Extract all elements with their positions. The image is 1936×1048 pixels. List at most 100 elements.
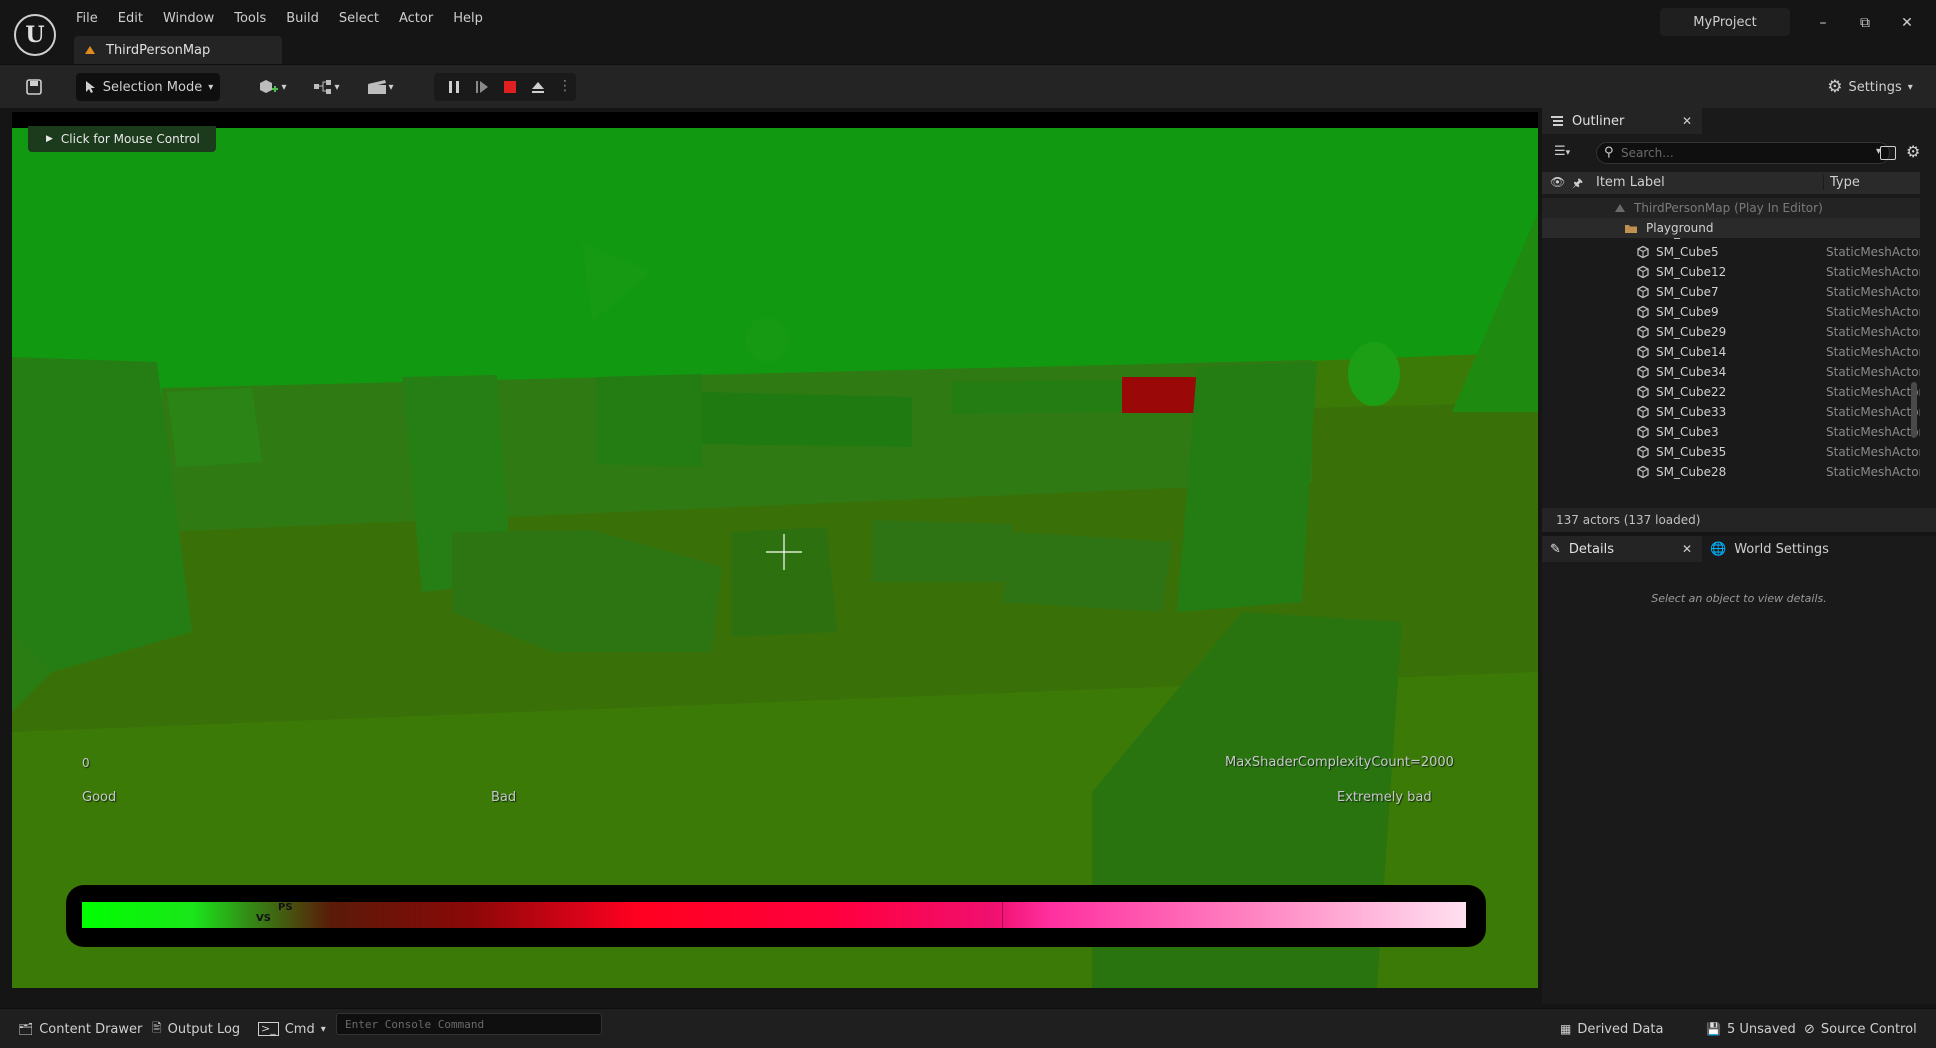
blueprints-button[interactable]: ▾ [306,73,346,101]
chevron-down-icon: ▾ [320,1023,326,1035]
tree-row[interactable]: SM_Cube12 StaticMeshActor [1542,262,1920,282]
tree-root-label: ThirdPersonMap (Play In Editor) [1634,201,1823,215]
static-mesh-icon [1637,365,1649,379]
outliner-tree[interactable]: ThirdPersonMap (Play In Editor) Playgrou… [1542,198,1920,506]
save-icon[interactable] [20,73,48,101]
minimize-icon[interactable]: – [1808,10,1838,36]
menu-help[interactable]: Help [443,9,493,28]
menu-file[interactable]: File [66,9,108,28]
cmd-dropdown[interactable]: >_ Cmd ▾ [258,1019,326,1039]
menu-bar: File Edit Window Tools Build Select Acto… [66,9,493,28]
tree-row-type: StaticMeshActor [1826,405,1920,419]
source-control-label: Source Control [1820,1021,1917,1037]
mouse-control-hint[interactable]: ▶ Click for Mouse Control [28,126,216,152]
stop-icon[interactable] [502,79,518,99]
tree-row-type: StaticMeshActor [1826,465,1920,479]
level-icon [85,46,95,54]
search-placeholder: Search... [1621,146,1674,160]
cinematics-button[interactable]: ▾ [360,73,400,101]
visibility-icon[interactable]: 👁 [1550,175,1565,189]
source-control-button[interactable]: ⊘ Source Control [1804,1019,1917,1039]
item-label-header[interactable]: Item Label [1596,175,1665,190]
static-mesh-icon [1637,405,1649,419]
tree-row-type: StaticMeshActor [1826,305,1920,319]
derived-data-button[interactable]: ▦ Derived Data [1560,1019,1663,1039]
tree-row[interactable]: SM_Cube29 StaticMeshActor [1542,322,1920,342]
unsaved-button[interactable]: 💾 5 Unsaved [1706,1019,1796,1039]
close-icon[interactable]: ✕ [1682,542,1692,556]
gear-icon[interactable]: ⚙ [1906,142,1920,161]
console-command-input[interactable]: Enter Console Command [336,1013,602,1035]
tree-row[interactable]: SM_Cube3 StaticMeshActor [1542,422,1920,442]
tree-row[interactable]: SM_Cube35 StaticMeshActor [1542,442,1920,462]
menu-actor[interactable]: Actor [389,9,443,28]
outliner-tab[interactable]: Outliner ✕ [1542,108,1702,134]
details-tab[interactable]: ✎ Details ✕ [1542,536,1702,562]
static-mesh-icon [1637,325,1649,339]
chevron-down-icon: ▾ [281,81,287,93]
tree-row-label: SM_Cube3 [1656,425,1719,439]
outliner-icon [1551,116,1563,126]
menu-tools[interactable]: Tools [224,9,276,28]
output-log-button[interactable]: 🖹 Output Log [152,1019,240,1039]
add-actor-button[interactable]: ▾ [252,73,292,101]
max-complexity-label: MaxShaderComplexityCount=2000 [1225,755,1454,770]
menu-build[interactable]: Build [276,9,329,28]
content-drawer-button[interactable]: 🗂 Content Drawer [18,1019,142,1039]
static-mesh-icon [1637,425,1649,439]
output-log-label: Output Log [167,1021,241,1037]
outliner-search-row: ☰▾ ⚲ Search... ▾ ⚙ [1542,142,1936,168]
add-folder-icon[interactable] [1880,146,1896,160]
tree-row-label: SM_Cube22 [1656,385,1727,399]
unreal-logo-icon[interactable]: U [14,14,56,56]
level-viewport[interactable]: ▶ Click for Mouse Control 0 MaxShaderCom… [12,112,1538,988]
type-header[interactable]: Type [1823,175,1860,190]
settings-button[interactable]: ⚙ Settings ▾ [1820,73,1920,101]
tree-row[interactable]: SM_Cube22 StaticMeshActor [1542,382,1920,402]
pause-icon[interactable] [446,79,462,99]
menu-window[interactable]: Window [153,9,224,28]
details-empty-hint: Select an object to view details. [1651,592,1827,605]
tree-row[interactable]: SM_Cube9 StaticMeshActor [1542,302,1920,322]
tree-row[interactable]: SM_Cube33 StaticMeshActor [1542,402,1920,422]
chevron-down-icon: ▾ [388,81,394,93]
menu-edit[interactable]: Edit [108,9,153,28]
outliner-search-input[interactable]: ⚲ Search... ▾ [1596,142,1890,164]
pin-icon[interactable]: 🖈 [1572,174,1583,195]
close-window-icon[interactable]: ✕ [1892,10,1922,36]
tree-root-row[interactable]: ThirdPersonMap (Play In Editor) [1542,198,1920,218]
tree-folder-row[interactable]: Playground [1542,218,1920,238]
extremely-bad-label: Extremely bad [1337,790,1432,805]
tree-row[interactable]: SM_Cube5 StaticMeshActor [1542,242,1920,262]
static-mesh-icon [1637,385,1649,399]
content-drawer-label: Content Drawer [39,1021,143,1037]
source-control-icon: ⊘ [1804,1021,1815,1037]
tree-row[interactable]: SM_Cube14 StaticMeshActor [1542,342,1920,362]
restore-icon[interactable]: ⧉ [1850,10,1880,36]
tree-row[interactable]: SM_Cube28 StaticMeshActor [1542,462,1920,482]
tree-row-label: SM_Cube7 [1656,285,1719,299]
tree-row-label: SM_Cube35 [1656,445,1727,459]
outliner-scrollbar[interactable] [1911,382,1917,438]
level-tab[interactable]: ThirdPersonMap [74,36,282,64]
details-panel: ✎ Details ✕ 🌐 World Settings Select an o… [1542,536,1936,1004]
outliner-tab-label: Outliner [1572,113,1625,129]
eject-icon[interactable] [530,79,546,99]
filter-icon[interactable]: ☰▾ [1554,144,1570,159]
close-icon[interactable]: ✕ [1682,114,1692,128]
selection-mode-dropdown[interactable]: Selection Mode ▾ [76,73,220,101]
content-drawer-icon: 🗂 [18,1022,34,1036]
tree-row-label: SM_Cube29 [1656,325,1727,339]
unsaved-icon: 💾 [1706,1022,1721,1036]
tree-row[interactable]: SM_Cube7 StaticMeshActor [1542,282,1920,302]
gradient-divider [1002,902,1003,928]
shader-complexity-scene [12,112,1538,988]
frame-skip-icon[interactable] [474,79,490,99]
main-toolbar: Selection Mode ▾ ▾ ▾ ▾ ⋮ ⚙ Settings ▾ [0,64,1936,108]
more-options-icon[interactable]: ⋮ [558,78,572,94]
chevron-down-icon: ▾ [1907,81,1913,93]
menu-select[interactable]: Select [329,9,389,28]
tree-row[interactable]: SM_Cube34 StaticMeshActor [1542,362,1920,382]
status-bar: 🗂 Content Drawer 🖹 Output Log >_ Cmd ▾ ▦… [0,1008,1936,1048]
world-settings-tab[interactable]: 🌐 World Settings [1710,536,1829,562]
